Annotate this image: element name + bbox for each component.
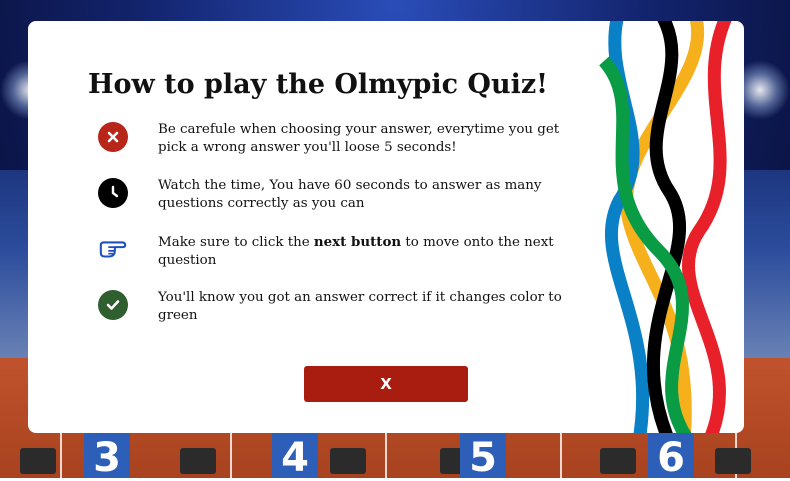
lane-number-block: 4 (272, 432, 318, 478)
pointing-hand-icon (98, 234, 128, 264)
rule-text: Watch the time, You have 60 seconds to a… (158, 178, 542, 211)
rule-item-correct: You'll know you got an answer correct if… (98, 289, 598, 325)
starting-block (330, 448, 366, 474)
rule-text-bold: next button (313, 234, 402, 250)
check-circle-icon (98, 290, 128, 320)
how-to-play-modal: How to play the Olmypic Quiz! Be careful… (28, 21, 744, 433)
x-circle-icon (98, 122, 128, 152)
clock-icon (98, 178, 128, 208)
starting-block (600, 448, 636, 474)
rule-item-next-button: Make sure to click the next button to mo… (98, 233, 598, 270)
starting-block (20, 448, 56, 474)
rule-text: Make sure to click the next button to mo… (158, 233, 568, 270)
olympic-ribbons-decoration (599, 21, 732, 433)
rule-item-timer: Watch the time, You have 60 seconds to a… (98, 177, 598, 213)
lane-number-block: 5 (460, 432, 506, 478)
starting-block (715, 448, 751, 474)
lane-number-block: 6 (648, 432, 694, 478)
lane-number-block: 3 (84, 432, 130, 478)
rule-text: You'll know you got an answer correct if… (158, 290, 562, 323)
close-button[interactable]: X (304, 366, 468, 402)
modal-title: How to play the Olmypic Quiz! (87, 69, 549, 100)
rule-text-part: Make sure to click the (158, 235, 314, 250)
starting-block (180, 448, 216, 474)
rule-text: Be carefule when choosing your answer, e… (158, 122, 560, 155)
rule-item-wrong-answer: Be carefule when choosing your answer, e… (98, 121, 598, 157)
